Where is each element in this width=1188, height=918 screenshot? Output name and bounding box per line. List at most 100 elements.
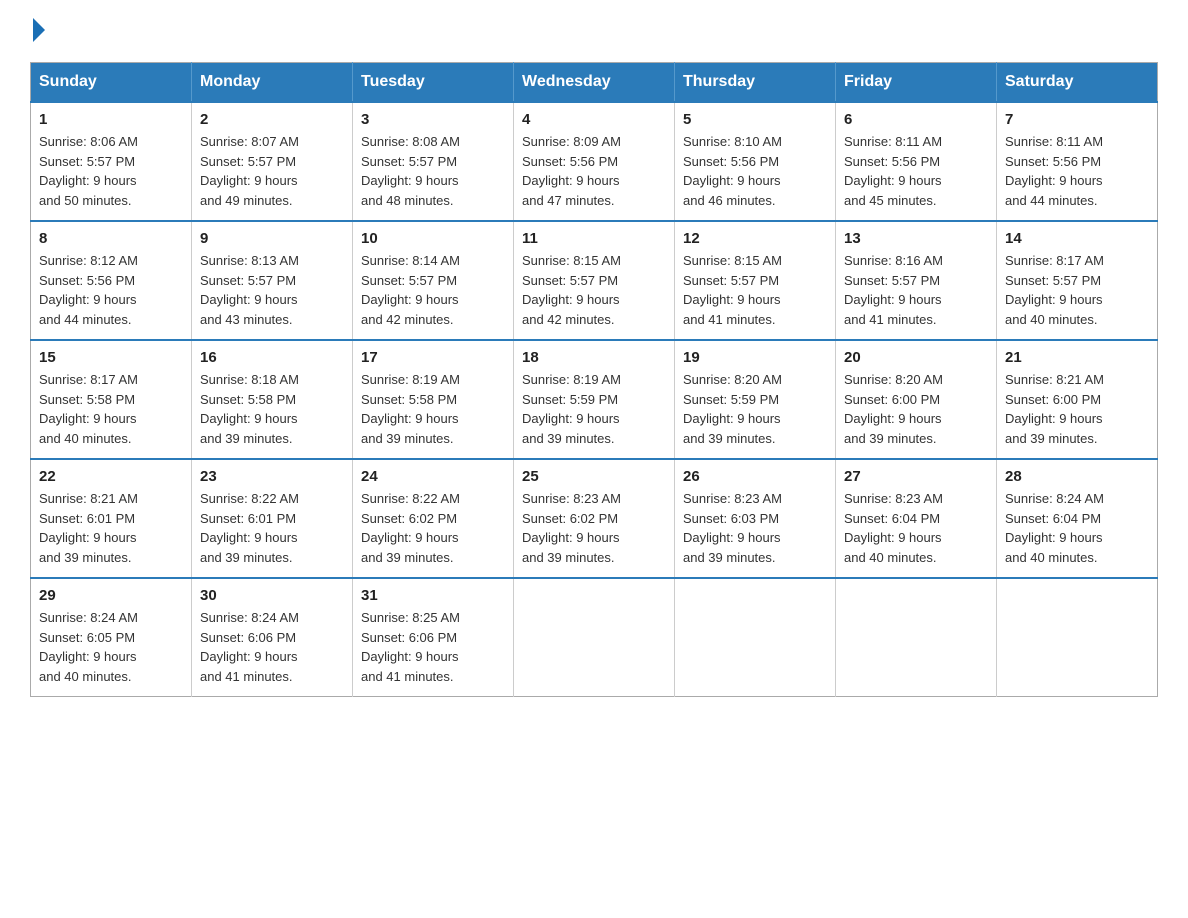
day-number: 9 (200, 230, 344, 247)
day-info: Sunrise: 8:08 AMSunset: 5:57 PMDaylight:… (361, 132, 505, 210)
day-number: 21 (1005, 349, 1149, 366)
day-info: Sunrise: 8:07 AMSunset: 5:57 PMDaylight:… (200, 132, 344, 210)
calendar-cell: 18 Sunrise: 8:19 AMSunset: 5:59 PMDayligh… (514, 340, 675, 459)
header-row: SundayMondayTuesdayWednesdayThursdayFrid… (31, 63, 1158, 103)
calendar-cell (514, 578, 675, 697)
day-number: 4 (522, 111, 666, 128)
header-cell-thursday: Thursday (675, 63, 836, 103)
day-info: Sunrise: 8:17 AMSunset: 5:58 PMDaylight:… (39, 370, 183, 448)
calendar-cell: 4 Sunrise: 8:09 AMSunset: 5:56 PMDaylight… (514, 102, 675, 221)
day-number: 3 (361, 111, 505, 128)
day-number: 27 (844, 468, 988, 485)
day-info: Sunrise: 8:17 AMSunset: 5:57 PMDaylight:… (1005, 251, 1149, 329)
day-number: 18 (522, 349, 666, 366)
header-cell-friday: Friday (836, 63, 997, 103)
day-info: Sunrise: 8:15 AMSunset: 5:57 PMDaylight:… (683, 251, 827, 329)
day-number: 6 (844, 111, 988, 128)
header-cell-monday: Monday (192, 63, 353, 103)
day-info: Sunrise: 8:20 AMSunset: 5:59 PMDaylight:… (683, 370, 827, 448)
day-info: Sunrise: 8:13 AMSunset: 5:57 PMDaylight:… (200, 251, 344, 329)
calendar-cell: 10Sunrise: 8:14 AMSunset: 5:57 PMDayligh… (353, 221, 514, 340)
day-number: 12 (683, 230, 827, 247)
calendar-cell: 26 Sunrise: 8:23 AMSunset: 6:03 PMDayligh… (675, 459, 836, 578)
day-info: Sunrise: 8:19 AMSunset: 5:58 PMDaylight:… (361, 370, 505, 448)
day-info: Sunrise: 8:23 AMSunset: 6:04 PMDaylight:… (844, 489, 988, 567)
day-number: 28 (1005, 468, 1149, 485)
day-info: Sunrise: 8:11 AMSunset: 5:56 PMDaylight:… (1005, 132, 1149, 210)
calendar-cell: 28 Sunrise: 8:24 AMSunset: 6:04 PMDayligh… (997, 459, 1158, 578)
logo (30, 20, 45, 44)
calendar-cell: 2Sunrise: 8:07 AMSunset: 5:57 PMDaylight… (192, 102, 353, 221)
day-info: Sunrise: 8:23 AMSunset: 6:03 PMDaylight:… (683, 489, 827, 567)
calendar-cell: 17Sunrise: 8:19 AMSunset: 5:58 PMDayligh… (353, 340, 514, 459)
calendar-cell: 31 Sunrise: 8:25 AMSunset: 6:06 PMDayligh… (353, 578, 514, 697)
calendar-row-1: 8Sunrise: 8:12 AMSunset: 5:56 PMDaylight… (31, 221, 1158, 340)
calendar-cell: 11Sunrise: 8:15 AMSunset: 5:57 PMDayligh… (514, 221, 675, 340)
day-info: Sunrise: 8:11 AMSunset: 5:56 PMDaylight:… (844, 132, 988, 210)
day-info: Sunrise: 8:10 AMSunset: 5:56 PMDaylight:… (683, 132, 827, 210)
day-info: Sunrise: 8:14 AMSunset: 5:57 PMDaylight:… (361, 251, 505, 329)
calendar-body: 1 Sunrise: 8:06 AMSunset: 5:57 PMDaylight… (31, 102, 1158, 697)
calendar-cell (997, 578, 1158, 697)
day-info: Sunrise: 8:24 AMSunset: 6:05 PMDaylight:… (39, 608, 183, 686)
header-cell-sunday: Sunday (31, 63, 192, 103)
calendar-cell: 21 Sunrise: 8:21 AMSunset: 6:00 PMDayligh… (997, 340, 1158, 459)
calendar-header: SundayMondayTuesdayWednesdayThursdayFrid… (31, 63, 1158, 103)
day-number: 13 (844, 230, 988, 247)
calendar-cell: 14 Sunrise: 8:17 AMSunset: 5:57 PMDayligh… (997, 221, 1158, 340)
day-info: Sunrise: 8:22 AMSunset: 6:02 PMDaylight:… (361, 489, 505, 567)
day-number: 31 (361, 587, 505, 604)
calendar-cell: 9 Sunrise: 8:13 AMSunset: 5:57 PMDaylight… (192, 221, 353, 340)
day-number: 15 (39, 349, 183, 366)
logo-triangle-icon (33, 18, 45, 42)
day-number: 19 (683, 349, 827, 366)
day-number: 7 (1005, 111, 1149, 128)
day-number: 16 (200, 349, 344, 366)
calendar-table: SundayMondayTuesdayWednesdayThursdayFrid… (30, 62, 1158, 697)
day-info: Sunrise: 8:09 AMSunset: 5:56 PMDaylight:… (522, 132, 666, 210)
day-info: Sunrise: 8:24 AMSunset: 6:06 PMDaylight:… (200, 608, 344, 686)
day-info: Sunrise: 8:06 AMSunset: 5:57 PMDaylight:… (39, 132, 183, 210)
calendar-row-4: 29 Sunrise: 8:24 AMSunset: 6:05 PMDayligh… (31, 578, 1158, 697)
calendar-row-2: 15 Sunrise: 8:17 AMSunset: 5:58 PMDayligh… (31, 340, 1158, 459)
day-info: Sunrise: 8:21 AMSunset: 6:01 PMDaylight:… (39, 489, 183, 567)
calendar-cell (675, 578, 836, 697)
calendar-cell: 27 Sunrise: 8:23 AMSunset: 6:04 PMDayligh… (836, 459, 997, 578)
calendar-cell: 22Sunrise: 8:21 AMSunset: 6:01 PMDayligh… (31, 459, 192, 578)
calendar-cell: 12 Sunrise: 8:15 AMSunset: 5:57 PMDayligh… (675, 221, 836, 340)
day-number: 23 (200, 468, 344, 485)
calendar-cell: 29 Sunrise: 8:24 AMSunset: 6:05 PMDayligh… (31, 578, 192, 697)
day-info: Sunrise: 8:25 AMSunset: 6:06 PMDaylight:… (361, 608, 505, 686)
calendar-cell (836, 578, 997, 697)
calendar-cell: 19 Sunrise: 8:20 AMSunset: 5:59 PMDayligh… (675, 340, 836, 459)
day-info: Sunrise: 8:19 AMSunset: 5:59 PMDaylight:… (522, 370, 666, 448)
day-info: Sunrise: 8:24 AMSunset: 6:04 PMDaylight:… (1005, 489, 1149, 567)
day-info: Sunrise: 8:23 AMSunset: 6:02 PMDaylight:… (522, 489, 666, 567)
day-number: 26 (683, 468, 827, 485)
calendar-cell: 3 Sunrise: 8:08 AMSunset: 5:57 PMDaylight… (353, 102, 514, 221)
calendar-cell: 25Sunrise: 8:23 AMSunset: 6:02 PMDayligh… (514, 459, 675, 578)
day-number: 30 (200, 587, 344, 604)
day-number: 5 (683, 111, 827, 128)
calendar-cell: 15 Sunrise: 8:17 AMSunset: 5:58 PMDayligh… (31, 340, 192, 459)
calendar-cell: 23Sunrise: 8:22 AMSunset: 6:01 PMDayligh… (192, 459, 353, 578)
day-info: Sunrise: 8:21 AMSunset: 6:00 PMDaylight:… (1005, 370, 1149, 448)
day-number: 29 (39, 587, 183, 604)
day-number: 1 (39, 111, 183, 128)
calendar-cell: 5 Sunrise: 8:10 AMSunset: 5:56 PMDaylight… (675, 102, 836, 221)
day-info: Sunrise: 8:16 AMSunset: 5:57 PMDaylight:… (844, 251, 988, 329)
day-number: 14 (1005, 230, 1149, 247)
day-info: Sunrise: 8:12 AMSunset: 5:56 PMDaylight:… (39, 251, 183, 329)
calendar-cell: 13 Sunrise: 8:16 AMSunset: 5:57 PMDayligh… (836, 221, 997, 340)
calendar-cell: 7 Sunrise: 8:11 AMSunset: 5:56 PMDaylight… (997, 102, 1158, 221)
header-cell-saturday: Saturday (997, 63, 1158, 103)
calendar-cell: 1 Sunrise: 8:06 AMSunset: 5:57 PMDaylight… (31, 102, 192, 221)
page-header (30, 20, 1158, 44)
day-info: Sunrise: 8:20 AMSunset: 6:00 PMDaylight:… (844, 370, 988, 448)
calendar-row-0: 1 Sunrise: 8:06 AMSunset: 5:57 PMDaylight… (31, 102, 1158, 221)
day-info: Sunrise: 8:18 AMSunset: 5:58 PMDaylight:… (200, 370, 344, 448)
calendar-cell: 16 Sunrise: 8:18 AMSunset: 5:58 PMDayligh… (192, 340, 353, 459)
day-number: 11 (522, 230, 666, 247)
day-number: 24 (361, 468, 505, 485)
calendar-cell: 20Sunrise: 8:20 AMSunset: 6:00 PMDayligh… (836, 340, 997, 459)
